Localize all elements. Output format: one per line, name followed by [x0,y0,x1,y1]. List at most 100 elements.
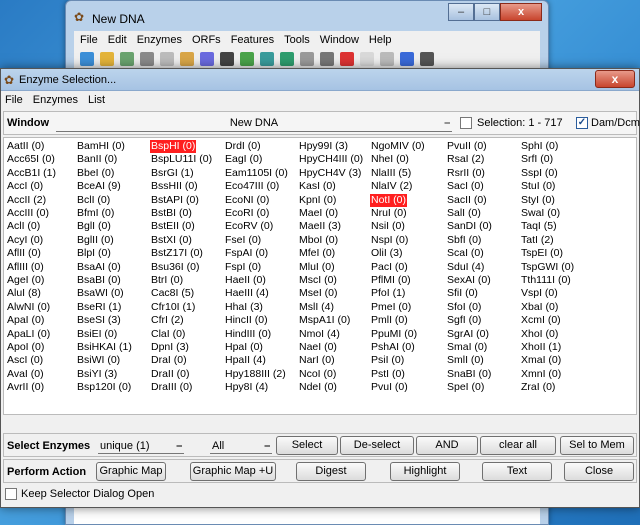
enzyme-item[interactable]: BstXI (0) [150,234,193,247]
graphic-map-button[interactable]: Graphic Map [96,462,166,481]
open-file-icon[interactable] [100,52,114,66]
enzyme-item[interactable]: XbaI (0) [520,301,559,314]
enzyme-item[interactable]: MaeI (0) [298,207,339,220]
enzyme-item[interactable]: VspI (0) [520,287,559,300]
enzyme-item[interactable]: SmaI (0) [446,341,488,354]
keep-open-checkbox[interactable] [5,488,17,500]
enzyme-item[interactable]: HpyCH4III (0) [298,153,364,166]
enzyme-item[interactable]: SnaBI (0) [446,368,492,381]
enzyme-item[interactable]: PflMI (0) [370,274,412,287]
enzyme-item[interactable]: PvuI (0) [370,381,409,394]
enzyme-item[interactable]: AflII (0) [6,247,42,260]
window-dropdown[interactable]: New DNA ⎯ [56,114,452,132]
enzyme-item[interactable]: BstEII (0) [150,220,196,233]
select-button[interactable]: Select [276,436,338,455]
enzyme-item[interactable]: StuI (0) [520,180,556,193]
enzyme-item[interactable]: EcoRI (0) [224,207,270,220]
enzyme-item[interactable]: TspGWI (0) [520,261,575,274]
enzyme-item[interactable]: AflIII (0) [6,261,45,274]
enzyme-icon[interactable] [280,52,294,66]
settings-icon[interactable] [320,52,334,66]
enzyme-item[interactable]: RsaI (2) [446,153,485,166]
enzyme-item[interactable]: BanII (0) [76,153,118,166]
enzyme-item[interactable]: SduI (4) [446,261,485,274]
enzyme-item[interactable]: FspAI (0) [224,247,269,260]
text-button[interactable]: Text [482,462,552,481]
enzyme-item[interactable]: ApaI (0) [6,314,45,327]
enzyme-item[interactable]: NgoMIV (0) [370,140,426,153]
enzyme-item[interactable]: AgeI (0) [6,274,45,287]
dialog-close-button[interactable]: x [595,70,635,88]
menu-orfs[interactable]: ORFs [192,34,221,46]
menu-tools[interactable]: Tools [284,34,310,46]
enzyme-item[interactable]: Hpy99I (3) [298,140,349,153]
dialog-titlebar[interactable]: ✿ Enzyme Selection... x [1,69,639,91]
enzyme-item[interactable]: DpnI (3) [150,341,190,354]
enzyme-item[interactable]: SfoI (0) [446,301,482,314]
cut-icon[interactable] [140,52,154,66]
menu-enzymes[interactable]: Enzymes [137,34,182,46]
window-icon[interactable] [300,52,314,66]
enzyme-item[interactable]: AlwNI (0) [6,301,51,314]
enzyme-item[interactable]: AatII (0) [6,140,45,153]
enzyme-item[interactable]: BsiWI (0) [76,354,121,367]
enzyme-item[interactable]: XhoI (0) [520,328,559,341]
enzyme-item[interactable]: SfiI (0) [446,287,479,300]
enzyme-item[interactable]: BceAI (9) [76,180,122,193]
enzyme-item[interactable]: BseSI (3) [76,314,122,327]
enzyme-item[interactable]: BglII (0) [76,234,115,247]
enzyme-item[interactable]: BsiEI (0) [76,328,118,341]
paste-icon[interactable] [180,52,194,66]
print-icon[interactable] [220,52,234,66]
enzyme-item[interactable]: EcoRV (0) [224,220,274,233]
enzyme-item[interactable]: NsiI (0) [370,220,406,233]
enzyme-item[interactable]: ApoI (0) [6,341,45,354]
new-file-icon[interactable] [80,52,94,66]
enzyme-item[interactable]: Eam1105I (0) [224,167,289,180]
enzyme-item[interactable]: AscI (0) [6,354,44,367]
enzyme-item[interactable]: SacI (0) [446,180,485,193]
enzyme-item[interactable]: XmaI (0) [520,354,562,367]
enzyme-item[interactable]: BclI (0) [76,194,111,207]
enzyme-item[interactable]: NheI (0) [370,153,410,166]
menu-edit[interactable]: Edit [108,34,127,46]
menu-icon[interactable] [420,52,434,66]
enzyme-item[interactable]: NaeI (0) [298,341,338,354]
enzyme-item[interactable]: MseI (0) [298,287,339,300]
enzyme-item[interactable]: NotI (0) [370,193,408,207]
copy-icon[interactable] [160,52,174,66]
map-icon[interactable] [260,52,274,66]
enzyme-item[interactable]: DraIII (0) [150,381,193,394]
filter-dropdown[interactable]: unique (1) ⎯ [98,438,184,454]
enzyme-item[interactable]: BssHII (0) [150,180,199,193]
enzyme-item[interactable]: MscI (0) [298,274,338,287]
enzyme-item[interactable]: SpeI (0) [446,381,485,394]
enzyme-item[interactable]: SexAI (0) [446,274,492,287]
enzyme-item[interactable]: PfoI (1) [370,287,406,300]
pen-icon[interactable] [340,52,354,66]
enzyme-item[interactable]: SacII (0) [446,194,488,207]
enzyme-item[interactable]: FspI (0) [224,261,262,274]
enzyme-item[interactable]: Acc65I (0) [6,153,56,166]
enzyme-item[interactable]: NmoI (4) [298,328,341,341]
enzyme-item[interactable]: MaeII (3) [298,220,342,233]
enzyme-item[interactable]: ApaLI (0) [6,328,51,341]
and-button[interactable]: AND [416,436,478,455]
menu-features[interactable]: Features [231,34,274,46]
enzyme-item[interactable]: BsaAI (0) [76,261,122,274]
enzyme-item[interactable]: DrdI (0) [224,140,262,153]
enzyme-item[interactable]: Cfr10I (1) [150,301,196,314]
translate-icon[interactable] [240,52,254,66]
enzyme-item[interactable]: BbeI (0) [76,167,115,180]
enzyme-item[interactable]: BsrGI (1) [150,167,195,180]
enzyme-item[interactable]: HhaI (3) [224,301,264,314]
deselect-button[interactable]: De-select [340,436,414,455]
enzyme-item[interactable]: Bsp120I (0) [76,381,132,394]
enzyme-item[interactable]: HpaI (0) [224,341,264,354]
enzyme-item[interactable]: BsiYI (3) [76,368,118,381]
enzyme-item[interactable]: MslI (4) [298,301,335,314]
highlight-button[interactable]: Highlight [390,462,460,481]
graphic-map-u-button[interactable]: Graphic Map +U [190,462,276,481]
dialog-menu-list[interactable]: List [88,94,105,106]
enzyme-item[interactable]: SspI (0) [520,167,559,180]
